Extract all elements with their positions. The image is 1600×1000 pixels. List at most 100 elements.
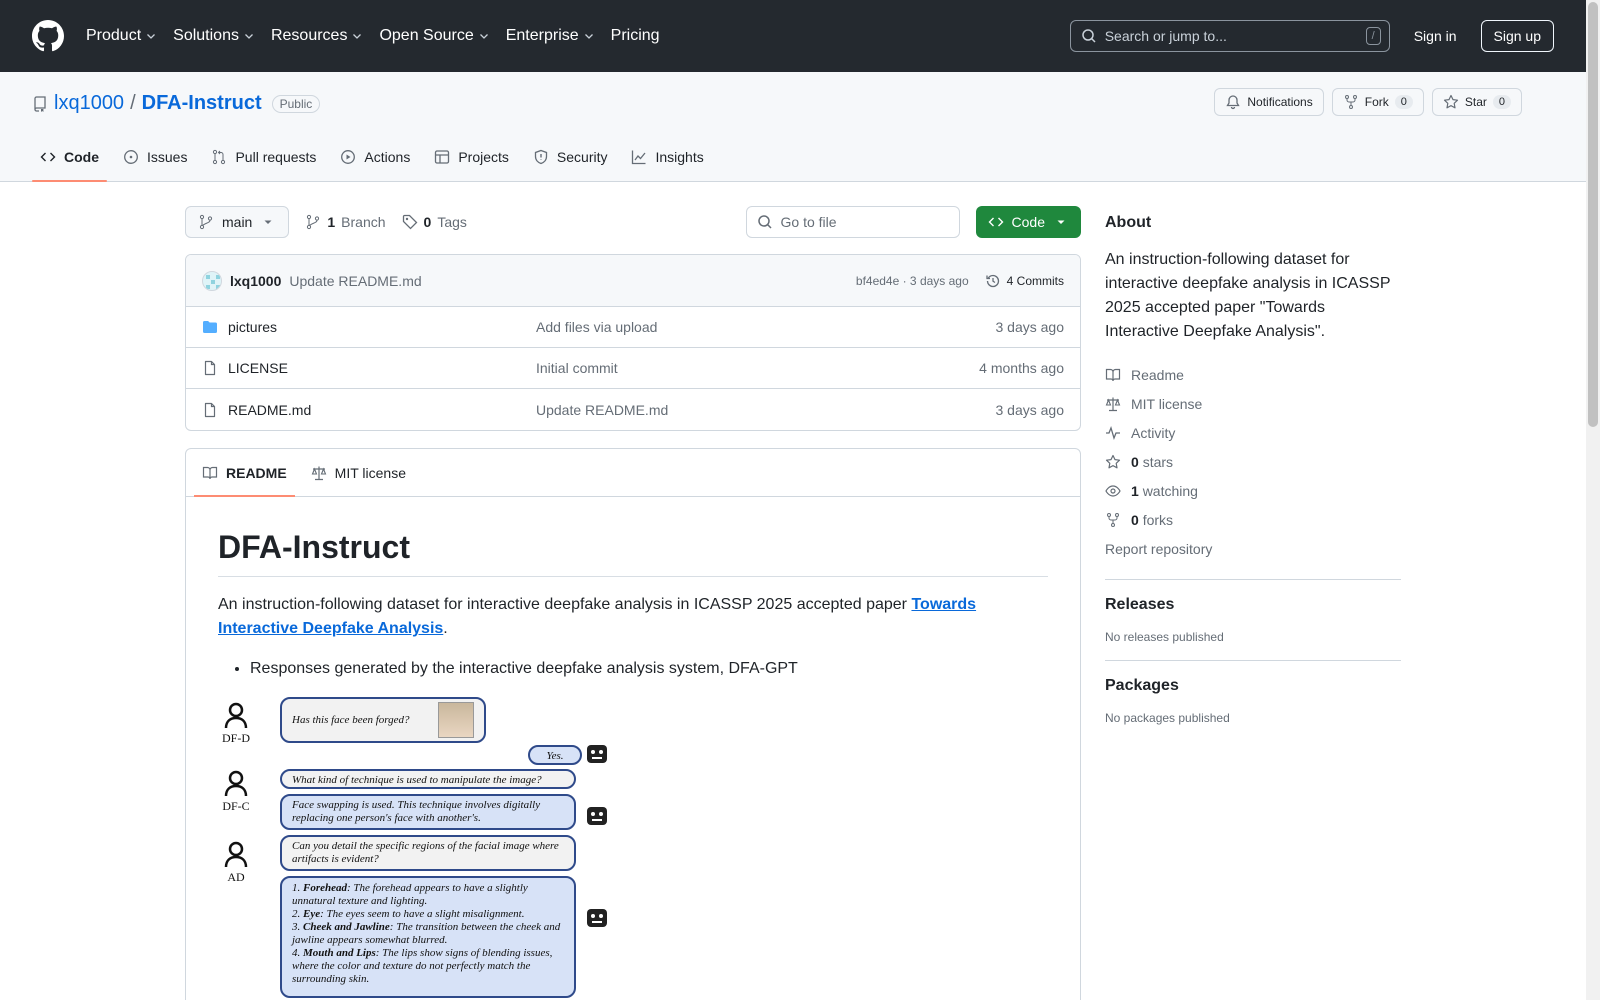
tab-license[interactable]: MIT license: [303, 449, 414, 496]
tags-link[interactable]: 0 Tags: [402, 214, 467, 230]
tab-readme[interactable]: README: [194, 449, 295, 497]
file-name[interactable]: LICENSE: [202, 360, 536, 376]
releases-heading[interactable]: Releases: [1105, 596, 1401, 614]
global-search-input[interactable]: Search or jump to... /: [1069, 20, 1390, 52]
about-section: About An instruction-following dataset f…: [1105, 214, 1401, 563]
question-bubble: What kind of technique is used to manipu…: [280, 769, 576, 789]
file-commit-message[interactable]: Add files via upload: [536, 319, 996, 335]
releases-empty: No releases published: [1105, 630, 1224, 644]
tag-icon: [402, 214, 418, 230]
star-icon: [1105, 454, 1121, 470]
readme-link[interactable]: Readme: [1105, 360, 1401, 389]
file-commit-message[interactable]: Update README.md: [536, 402, 996, 418]
shield-icon: [533, 149, 549, 165]
answer-bubble: 1. Forehead: The forehead appears to hav…: [280, 876, 576, 998]
dfa-gpt-dialogue-figure: DF-D DF-C AD Has this face been forged? …: [218, 697, 618, 1000]
table-icon: [434, 149, 450, 165]
search-icon: [1081, 28, 1097, 44]
eye-icon: [1105, 483, 1121, 499]
nav-enterprise[interactable]: Enterprise: [506, 27, 595, 45]
git-branch-icon: [198, 214, 214, 230]
table-row[interactable]: LICENSE Initial commit 4 months ago: [186, 348, 1080, 389]
git-branch-icon: [305, 214, 321, 230]
activity-link[interactable]: Activity: [1105, 418, 1401, 447]
go-to-file-input[interactable]: Go to file: [745, 206, 960, 238]
readme-bullet: Responses generated by the interactive d…: [250, 657, 1048, 681]
star-counter: 0: [1492, 95, 1511, 109]
search-placeholder: Search or jump to...: [1104, 28, 1227, 44]
sidebar-divider: [1105, 660, 1401, 661]
license-link[interactable]: MIT license: [1105, 389, 1401, 418]
repo-name-link[interactable]: DFA-Instruct: [142, 92, 262, 115]
github-logo-icon[interactable]: [32, 20, 64, 52]
person-icon: [224, 770, 248, 797]
packages-heading[interactable]: Packages: [1105, 677, 1401, 695]
releases-section: Releases No releases published: [1105, 596, 1401, 644]
code-button[interactable]: Code: [975, 206, 1081, 238]
file-icon: [202, 360, 218, 376]
repo-owner-link[interactable]: lxq1000: [54, 92, 124, 115]
fork-icon: [1105, 512, 1121, 528]
avatar[interactable]: [202, 270, 222, 291]
file-name[interactable]: README.md: [202, 402, 536, 418]
star-button[interactable]: Star 0: [1431, 88, 1522, 116]
readme-intro: An instruction-following dataset for int…: [218, 596, 977, 637]
branch-selector[interactable]: main: [185, 206, 290, 238]
nav-solutions[interactable]: Solutions: [173, 27, 255, 45]
global-header: Product Solutions Resources Open Source …: [0, 0, 1586, 72]
tab-projects[interactable]: Projects: [426, 133, 517, 181]
tab-security[interactable]: Security: [525, 133, 616, 181]
sign-in-link[interactable]: Sign in: [1414, 28, 1457, 44]
robot-icon: [587, 745, 607, 763]
book-icon: [1105, 367, 1121, 383]
nav-open-source[interactable]: Open Source: [379, 27, 489, 45]
table-row[interactable]: README.md Update README.md 3 days ago: [186, 389, 1080, 430]
graph-icon: [631, 149, 647, 165]
notifications-button[interactable]: Notifications: [1214, 88, 1324, 116]
folder-icon: [202, 319, 218, 335]
page-scrollbar[interactable]: [1586, 0, 1600, 1000]
file-list: lxq1000 Update README.md bf4ed4e · 3 day…: [185, 254, 1081, 431]
chevron-down-icon: [351, 30, 363, 42]
pulse-icon: [1105, 425, 1121, 441]
nav-pricing[interactable]: Pricing: [611, 27, 660, 45]
tab-code[interactable]: Code: [32, 133, 107, 182]
report-repository-link[interactable]: Report repository: [1105, 534, 1401, 563]
stars-link[interactable]: 0 stars: [1105, 447, 1401, 476]
repo-sidebar: About An instruction-following dataset f…: [1105, 182, 1401, 725]
tab-actions[interactable]: Actions: [332, 133, 418, 181]
sign-up-button[interactable]: Sign up: [1480, 20, 1554, 52]
git-pull-request-icon: [211, 149, 227, 165]
chevron-down-icon: [583, 30, 595, 42]
tab-insights[interactable]: Insights: [623, 133, 711, 181]
commits-history-link[interactable]: 4 Commits: [985, 273, 1064, 289]
tab-issues[interactable]: Issues: [115, 133, 195, 181]
nav-resources[interactable]: Resources: [271, 27, 363, 45]
chevron-down-icon: [478, 30, 490, 42]
commit-message-link[interactable]: Update README.md: [289, 273, 421, 289]
forks-link[interactable]: 0 forks: [1105, 505, 1401, 534]
tab-pull-requests[interactable]: Pull requests: [203, 133, 324, 181]
robot-icon: [587, 909, 607, 927]
commit-author-link[interactable]: lxq1000: [230, 273, 281, 289]
bell-icon: [1225, 94, 1241, 110]
commit-sha-time[interactable]: bf4ed4e · 3 days ago: [856, 274, 969, 288]
watchers-link[interactable]: 1 watching: [1105, 476, 1401, 505]
answer-bubble: Yes.: [528, 745, 582, 765]
fork-button[interactable]: Fork 0: [1331, 88, 1424, 116]
repo-tabs: Code Issues Pull requests Actions Projec…: [32, 133, 720, 182]
scrollbar-thumb[interactable]: [1588, 2, 1598, 427]
face-thumbnail: [438, 702, 474, 738]
repo-header: lxq1000 / DFA-Instruct Public Notificati…: [0, 72, 1586, 182]
nav-product[interactable]: Product: [86, 27, 157, 45]
star-icon: [1443, 94, 1459, 110]
table-row[interactable]: pictures Add files via upload 3 days ago: [186, 307, 1080, 348]
file-name[interactable]: pictures: [202, 319, 536, 335]
file-toolbar: main 1 Branch 0 Tags Go to file Code: [185, 206, 1081, 238]
person-icon: [224, 841, 248, 868]
sidebar-divider: [1105, 579, 1401, 580]
repo-icon: [32, 95, 48, 112]
code-icon: [40, 149, 56, 165]
file-commit-message[interactable]: Initial commit: [536, 360, 979, 376]
branches-link[interactable]: 1 Branch: [305, 214, 386, 230]
